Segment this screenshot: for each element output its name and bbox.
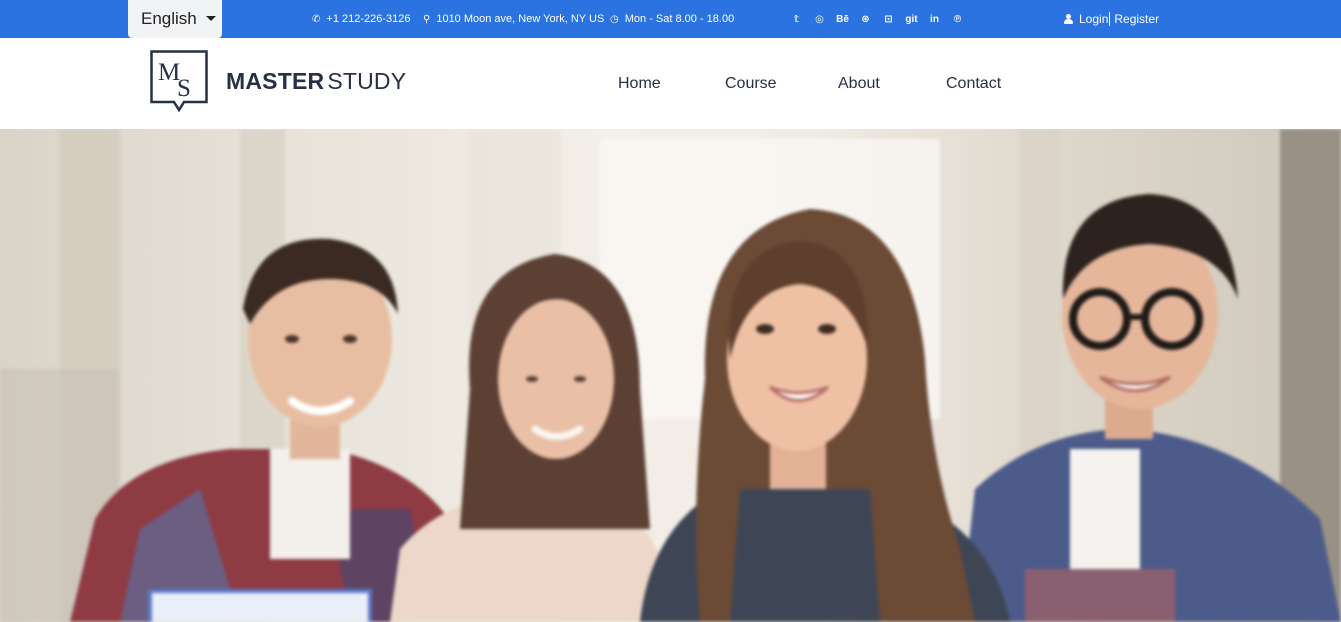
auth-links: Login Register (1064, 11, 1159, 27)
git-icon[interactable]: git (900, 14, 923, 25)
register-link[interactable]: Register (1114, 12, 1159, 26)
svg-text:S: S (177, 75, 191, 102)
behance-icon[interactable]: Bē (831, 14, 854, 25)
phone-icon: ✆ (312, 13, 321, 25)
hero-image (0, 129, 1341, 622)
site-header: M S MASTER STUDY Home Course About Contac… (0, 38, 1341, 129)
language-label: English (141, 9, 197, 28)
logo-icon[interactable]: M S (150, 50, 208, 112)
language-selector[interactable]: English (128, 0, 222, 38)
hero-students-illustration (0, 129, 1341, 622)
nav-contact[interactable]: Contact (946, 75, 1001, 93)
brand-name[interactable]: MASTER STUDY (226, 68, 406, 95)
top-bar: English ✆ +1 212-226-3126 ⚲ 1010 Moon av… (0, 0, 1341, 38)
dribbble-icon[interactable]: ⊛ (854, 14, 877, 25)
contact-address: ⚲ 1010 Moon ave, New York, NY US (423, 11, 604, 27)
address-text: 1010 Moon ave, New York, NY US (436, 13, 605, 25)
pinterest-icon[interactable]: ℗ (946, 14, 969, 25)
linkedin-icon[interactable]: in (923, 14, 946, 25)
brand-bold: MASTER (226, 68, 325, 94)
clock-icon: ◷ (610, 13, 619, 25)
nav-home[interactable]: Home (618, 75, 661, 93)
user-icon (1064, 14, 1073, 24)
nav-course[interactable]: Course (725, 75, 777, 93)
flickr-icon[interactable]: ⊡ (877, 14, 900, 25)
phone-text: +1 212-226-3126 (326, 13, 411, 25)
contact-phone: ✆ +1 212-226-3126 (312, 11, 411, 27)
twitter-icon[interactable]: 𝕥 (785, 14, 808, 25)
brand-light: STUDY (327, 68, 407, 94)
caret-down-icon (205, 15, 216, 21)
social-links: 𝕥 ◎ Bē ⊛ ⊡ git in ℗ (785, 11, 969, 27)
nav-about[interactable]: About (838, 75, 880, 93)
auth-divider (1109, 12, 1111, 26)
instagram-icon[interactable]: ◎ (808, 14, 831, 25)
login-link[interactable]: Login (1079, 12, 1108, 26)
contact-hours: ◷ Mon - Sat 8.00 - 18.00 (610, 11, 734, 27)
map-marker-icon: ⚲ (423, 13, 431, 25)
hours-text: Mon - Sat 8.00 - 18.00 (624, 13, 735, 25)
